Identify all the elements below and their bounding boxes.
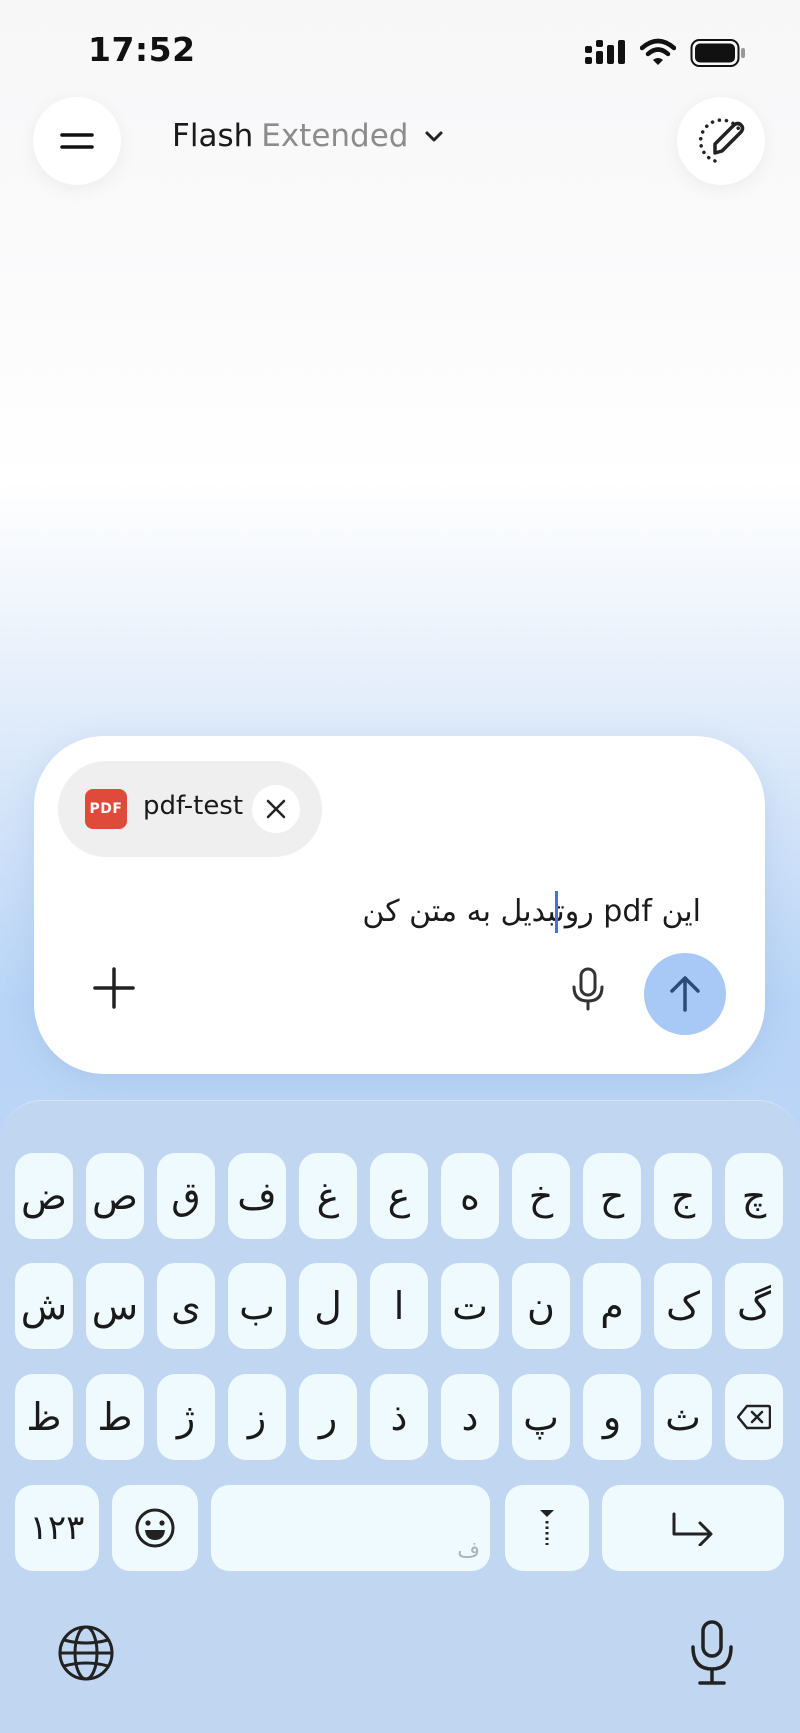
attachment-chip[interactable]: PDF pdf-test: [58, 761, 322, 857]
chevron-down-icon: [425, 131, 442, 142]
key[interactable]: ز: [228, 1374, 286, 1460]
remove-attachment-button[interactable]: [252, 785, 300, 833]
key[interactable]: ذ: [370, 1374, 428, 1460]
key[interactable]: ژ: [157, 1374, 215, 1460]
keyboard: ض ص ق ف غ ع ه خ ح ج چ ش س ی ب ل ا ت ن م …: [0, 1100, 800, 1733]
key[interactable]: و: [583, 1374, 641, 1460]
space-key[interactable]: ف: [211, 1485, 490, 1571]
key[interactable]: ف: [228, 1153, 286, 1239]
key[interactable]: ن: [512, 1263, 570, 1349]
new-chat-button[interactable]: [677, 97, 765, 185]
cellular-signal-icon: [585, 40, 625, 64]
key[interactable]: ک: [654, 1263, 712, 1349]
key[interactable]: ت: [441, 1263, 499, 1349]
message-composer: PDF pdf-test این pdf روتبدیل به متن کن: [34, 736, 765, 1074]
backspace-key[interactable]: [725, 1374, 783, 1460]
key[interactable]: ص: [86, 1153, 144, 1239]
keyboard-dictation-button[interactable]: [688, 1619, 736, 1687]
key[interactable]: ح: [583, 1153, 641, 1239]
key[interactable]: ق: [157, 1153, 215, 1239]
space-language-hint: ف: [457, 1538, 480, 1563]
add-attachment-button[interactable]: [84, 958, 144, 1018]
battery-icon: [690, 39, 745, 67]
key[interactable]: ث: [654, 1374, 712, 1460]
attachment-name: pdf-test: [143, 791, 244, 821]
plus-icon: [93, 967, 135, 1009]
key[interactable]: گ: [725, 1263, 783, 1349]
key[interactable]: ب: [228, 1263, 286, 1349]
globe-icon: [58, 1625, 114, 1681]
key[interactable]: ا: [370, 1263, 428, 1349]
key[interactable]: ل: [299, 1263, 357, 1349]
message-input[interactable]: این pdf روتبدیل به متن کن: [362, 894, 701, 929]
key[interactable]: ع: [370, 1153, 428, 1239]
key[interactable]: م: [583, 1263, 641, 1349]
pdf-file-icon: PDF: [85, 789, 127, 829]
key[interactable]: ر: [299, 1374, 357, 1460]
key[interactable]: د: [441, 1374, 499, 1460]
key[interactable]: ش: [15, 1263, 73, 1349]
model-name: Flash: [172, 118, 254, 154]
microphone-icon: [691, 1620, 733, 1685]
new-chat-icon: [698, 118, 745, 163]
key[interactable]: ط: [86, 1374, 144, 1460]
model-variant: Extended: [261, 118, 409, 154]
backspace-icon: [737, 1404, 771, 1430]
voice-input-button[interactable]: [560, 961, 616, 1017]
zero-width-non-joiner-icon: [540, 1510, 554, 1545]
language-switch-button[interactable]: [56, 1623, 116, 1683]
key[interactable]: غ: [299, 1153, 357, 1239]
microphone-icon: [572, 967, 604, 1011]
status-time: 17:52: [88, 30, 196, 69]
return-arrow-icon: [672, 1512, 713, 1546]
text-cursor: [555, 891, 558, 933]
menu-icon: [60, 133, 94, 149]
key[interactable]: خ: [512, 1153, 570, 1239]
key[interactable]: ض: [15, 1153, 73, 1239]
emoji-icon: [135, 1508, 175, 1548]
key[interactable]: پ: [512, 1374, 570, 1460]
key[interactable]: چ: [725, 1153, 783, 1239]
emoji-key[interactable]: [112, 1485, 198, 1571]
arrow-up-icon: [670, 976, 700, 1012]
numbers-key[interactable]: ۱۲۳: [15, 1485, 99, 1571]
key[interactable]: ظ: [15, 1374, 73, 1460]
menu-button[interactable]: [33, 97, 121, 185]
key[interactable]: ه: [441, 1153, 499, 1239]
enter-key[interactable]: [602, 1485, 784, 1571]
wifi-icon: [640, 38, 676, 65]
close-icon: [266, 799, 286, 819]
send-button[interactable]: [644, 953, 726, 1035]
key[interactable]: س: [86, 1263, 144, 1349]
model-selector[interactable]: Flash Extended: [172, 118, 445, 154]
key[interactable]: ی: [157, 1263, 215, 1349]
zwnj-key[interactable]: [505, 1485, 589, 1571]
key[interactable]: ج: [654, 1153, 712, 1239]
